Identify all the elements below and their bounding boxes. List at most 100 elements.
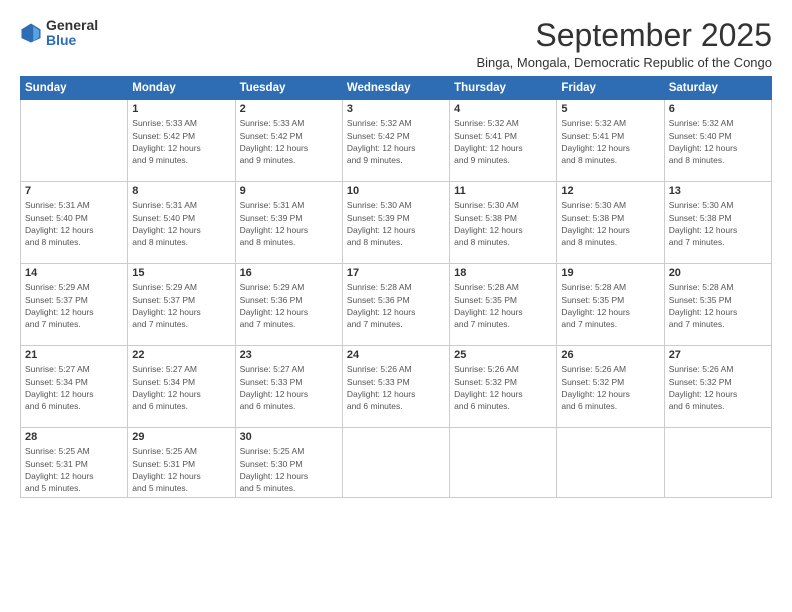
calendar-cell xyxy=(21,100,128,182)
day-number: 5 xyxy=(561,103,659,115)
calendar-cell: 23 Sunrise: 5:27 AM Sunset: 5:33 PM Dayli… xyxy=(235,346,342,428)
day-detail: Sunrise: 5:33 AM Sunset: 5:42 PM Dayligh… xyxy=(132,117,230,166)
logo-general-text: General xyxy=(46,18,98,33)
day-number: 21 xyxy=(25,349,123,361)
day-detail: Sunrise: 5:32 AM Sunset: 5:40 PM Dayligh… xyxy=(669,117,767,166)
calendar-cell: 29Sunrise: 5:25 AM Sunset: 5:31 PM Dayli… xyxy=(128,428,235,498)
day-detail: Sunrise: 5:30 AM Sunset: 5:39 PM Dayligh… xyxy=(347,199,445,248)
calendar-cell: 6 Sunrise: 5:32 AM Sunset: 5:40 PM Daylig… xyxy=(664,100,771,182)
day-number: 12 xyxy=(561,185,659,197)
logo-text: General Blue xyxy=(46,18,98,49)
day-detail: Sunrise: 5:26 AM Sunset: 5:32 PM Dayligh… xyxy=(561,363,659,412)
calendar-cell: 16Sunrise: 5:29 AM Sunset: 5:36 PM Dayli… xyxy=(235,264,342,346)
calendar-table: Sunday Monday Tuesday Wednesday Thursday… xyxy=(20,76,772,498)
header-friday: Friday xyxy=(557,77,664,100)
day-detail: Sunrise: 5:26 AM Sunset: 5:32 PM Dayligh… xyxy=(669,363,767,412)
day-number: 17 xyxy=(347,267,445,279)
calendar-header: Sunday Monday Tuesday Wednesday Thursday… xyxy=(21,77,772,100)
day-number: 19 xyxy=(561,267,659,279)
day-detail: Sunrise: 5:31 AM Sunset: 5:40 PM Dayligh… xyxy=(25,199,123,248)
calendar-cell: 10 Sunrise: 5:30 AM Sunset: 5:39 PM Dayli… xyxy=(342,182,449,264)
calendar-week-1: 1Sunrise: 5:33 AM Sunset: 5:42 PM Daylig… xyxy=(21,100,772,182)
day-number: 30 xyxy=(240,431,338,443)
day-detail: Sunrise: 5:28 AM Sunset: 5:36 PM Dayligh… xyxy=(347,281,445,330)
day-number: 22 xyxy=(132,349,230,361)
day-detail: Sunrise: 5:30 AM Sunset: 5:38 PM Dayligh… xyxy=(454,199,552,248)
day-detail: Sunrise: 5:28 AM Sunset: 5:35 PM Dayligh… xyxy=(669,281,767,330)
calendar-cell: 4 Sunrise: 5:32 AM Sunset: 5:41 PM Daylig… xyxy=(450,100,557,182)
day-detail: Sunrise: 5:31 AM Sunset: 5:39 PM Dayligh… xyxy=(240,199,338,248)
day-detail: Sunrise: 5:27 AM Sunset: 5:34 PM Dayligh… xyxy=(25,363,123,412)
day-number: 25 xyxy=(454,349,552,361)
calendar-cell: 13Sunrise: 5:30 AM Sunset: 5:38 PM Dayli… xyxy=(664,182,771,264)
calendar-cell: 25 Sunrise: 5:26 AM Sunset: 5:32 PM Dayli… xyxy=(450,346,557,428)
calendar-cell: 2Sunrise: 5:33 AM Sunset: 5:42 PM Daylig… xyxy=(235,100,342,182)
day-detail: Sunrise: 5:31 AM Sunset: 5:40 PM Dayligh… xyxy=(132,199,230,248)
calendar-cell: 22Sunrise: 5:27 AM Sunset: 5:34 PM Dayli… xyxy=(128,346,235,428)
calendar-cell xyxy=(342,428,449,498)
day-number: 27 xyxy=(669,349,767,361)
subtitle: Binga, Mongala, Democratic Republic of t… xyxy=(476,55,772,70)
day-number: 18 xyxy=(454,267,552,279)
header-row: Sunday Monday Tuesday Wednesday Thursday… xyxy=(21,77,772,100)
day-detail: Sunrise: 5:26 AM Sunset: 5:32 PM Dayligh… xyxy=(454,363,552,412)
day-detail: Sunrise: 5:30 AM Sunset: 5:38 PM Dayligh… xyxy=(669,199,767,248)
page: General Blue September 2025 Binga, Monga… xyxy=(0,0,792,612)
calendar-cell: 19Sunrise: 5:28 AM Sunset: 5:35 PM Dayli… xyxy=(557,264,664,346)
day-number: 10 xyxy=(347,185,445,197)
day-number: 24 xyxy=(347,349,445,361)
day-detail: Sunrise: 5:32 AM Sunset: 5:42 PM Dayligh… xyxy=(347,117,445,166)
day-detail: Sunrise: 5:27 AM Sunset: 5:33 PM Dayligh… xyxy=(240,363,338,412)
calendar-cell xyxy=(450,428,557,498)
calendar-cell: 17 Sunrise: 5:28 AM Sunset: 5:36 PM Dayli… xyxy=(342,264,449,346)
calendar-cell: 12 Sunrise: 5:30 AM Sunset: 5:38 PM Dayli… xyxy=(557,182,664,264)
day-number: 14 xyxy=(25,267,123,279)
day-detail: Sunrise: 5:25 AM Sunset: 5:31 PM Dayligh… xyxy=(25,445,123,494)
calendar-cell: 20 Sunrise: 5:28 AM Sunset: 5:35 PM Dayli… xyxy=(664,264,771,346)
day-detail: Sunrise: 5:29 AM Sunset: 5:37 PM Dayligh… xyxy=(25,281,123,330)
calendar-cell: 11 Sunrise: 5:30 AM Sunset: 5:38 PM Dayli… xyxy=(450,182,557,264)
day-detail: Sunrise: 5:30 AM Sunset: 5:38 PM Dayligh… xyxy=(561,199,659,248)
header: General Blue September 2025 Binga, Monga… xyxy=(20,18,772,70)
title-block: September 2025 Binga, Mongala, Democrati… xyxy=(476,18,772,70)
day-detail: Sunrise: 5:32 AM Sunset: 5:41 PM Dayligh… xyxy=(561,117,659,166)
day-number: 8 xyxy=(132,185,230,197)
day-number: 26 xyxy=(561,349,659,361)
day-number: 7 xyxy=(25,185,123,197)
logo: General Blue xyxy=(20,18,98,49)
calendar-body: 1Sunrise: 5:33 AM Sunset: 5:42 PM Daylig… xyxy=(21,100,772,498)
day-detail: Sunrise: 5:25 AM Sunset: 5:30 PM Dayligh… xyxy=(240,445,338,494)
day-number: 15 xyxy=(132,267,230,279)
day-detail: Sunrise: 5:33 AM Sunset: 5:42 PM Dayligh… xyxy=(240,117,338,166)
header-wednesday: Wednesday xyxy=(342,77,449,100)
calendar-cell: 30 Sunrise: 5:25 AM Sunset: 5:30 PM Dayli… xyxy=(235,428,342,498)
calendar-cell xyxy=(557,428,664,498)
calendar-cell: 15 Sunrise: 5:29 AM Sunset: 5:37 PM Dayli… xyxy=(128,264,235,346)
calendar-cell: 27 Sunrise: 5:26 AM Sunset: 5:32 PM Dayli… xyxy=(664,346,771,428)
calendar-week-5: 28 Sunrise: 5:25 AM Sunset: 5:31 PM Dayli… xyxy=(21,428,772,498)
calendar-cell: 5 Sunrise: 5:32 AM Sunset: 5:41 PM Daylig… xyxy=(557,100,664,182)
header-tuesday: Tuesday xyxy=(235,77,342,100)
day-number: 11 xyxy=(454,185,552,197)
calendar-week-4: 21 Sunrise: 5:27 AM Sunset: 5:34 PM Dayli… xyxy=(21,346,772,428)
header-thursday: Thursday xyxy=(450,77,557,100)
calendar-cell: 26 Sunrise: 5:26 AM Sunset: 5:32 PM Dayli… xyxy=(557,346,664,428)
day-detail: Sunrise: 5:26 AM Sunset: 5:33 PM Dayligh… xyxy=(347,363,445,412)
calendar-cell: 1Sunrise: 5:33 AM Sunset: 5:42 PM Daylig… xyxy=(128,100,235,182)
day-detail: Sunrise: 5:29 AM Sunset: 5:36 PM Dayligh… xyxy=(240,281,338,330)
day-number: 4 xyxy=(454,103,552,115)
day-number: 9 xyxy=(240,185,338,197)
day-number: 23 xyxy=(240,349,338,361)
month-title: September 2025 xyxy=(476,18,772,53)
calendar-cell: 14 Sunrise: 5:29 AM Sunset: 5:37 PM Dayli… xyxy=(21,264,128,346)
day-number: 6 xyxy=(669,103,767,115)
calendar-cell: 8 Sunrise: 5:31 AM Sunset: 5:40 PM Daylig… xyxy=(128,182,235,264)
logo-icon xyxy=(20,22,42,44)
day-number: 3 xyxy=(347,103,445,115)
day-detail: Sunrise: 5:29 AM Sunset: 5:37 PM Dayligh… xyxy=(132,281,230,330)
day-detail: Sunrise: 5:32 AM Sunset: 5:41 PM Dayligh… xyxy=(454,117,552,166)
day-number: 28 xyxy=(25,431,123,443)
calendar-cell: 7 Sunrise: 5:31 AM Sunset: 5:40 PM Daylig… xyxy=(21,182,128,264)
day-number: 20 xyxy=(669,267,767,279)
calendar-week-3: 14 Sunrise: 5:29 AM Sunset: 5:37 PM Dayli… xyxy=(21,264,772,346)
